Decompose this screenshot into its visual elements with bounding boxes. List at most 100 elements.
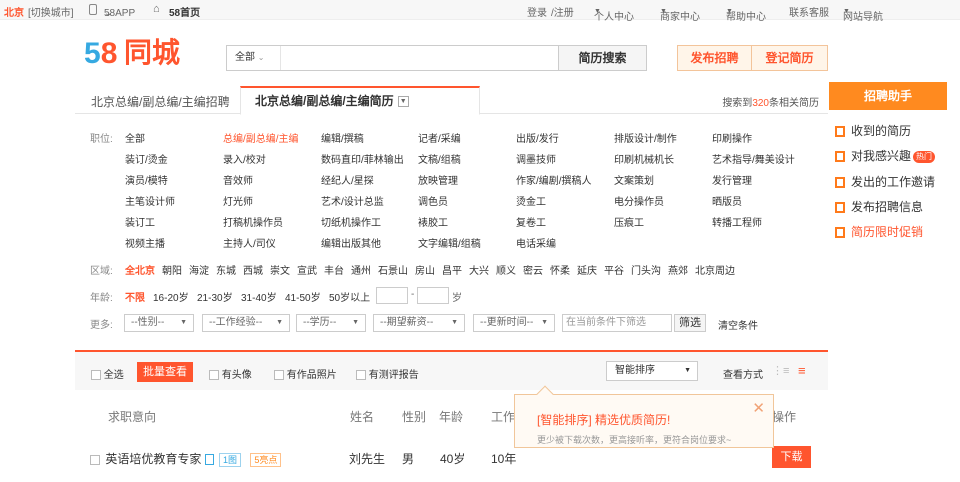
position-option[interactable]: 转播工程师: [712, 214, 762, 229]
has-works-checkbox[interactable]: 有作品照片: [274, 366, 337, 381]
area-option[interactable]: 密云: [523, 262, 543, 277]
sidebar-item-invitations[interactable]: 发出的工作邀请: [835, 173, 935, 190]
position-option[interactable]: 全部: [125, 130, 145, 145]
search-input[interactable]: [283, 46, 553, 70]
position-option[interactable]: 录入/校对: [223, 151, 266, 166]
position-option[interactable]: 音效师: [223, 172, 253, 187]
position-option[interactable]: 裱胶工: [418, 214, 448, 229]
area-option[interactable]: 怀柔: [550, 262, 570, 277]
sidebar-item-post-job[interactable]: 发布招聘信息: [835, 198, 923, 215]
area-option[interactable]: 昌平: [442, 262, 462, 277]
position-option[interactable]: 出版/发行: [516, 130, 559, 145]
area-option[interactable]: 延庆: [577, 262, 597, 277]
position-option[interactable]: 晒版员: [712, 193, 742, 208]
position-option[interactable]: 编辑/撰稿: [321, 130, 364, 145]
area-option[interactable]: 大兴: [469, 262, 489, 277]
age-option[interactable]: 31-40岁: [241, 289, 277, 304]
position-option[interactable]: 经纪人/星探: [321, 172, 374, 187]
position-option[interactable]: 装订/烫金: [125, 151, 168, 166]
age-option[interactable]: 不限: [125, 289, 145, 304]
position-option[interactable]: 主持人/司仪: [223, 235, 276, 250]
position-option[interactable]: 艺术指导/舞美设计: [712, 151, 795, 166]
sidebar-item-received-resumes[interactable]: 收到的简历: [835, 122, 911, 139]
more-filter-dropdown[interactable]: --期望薪资-- ▼: [373, 314, 465, 332]
age-option[interactable]: 21-30岁: [197, 289, 233, 304]
position-option[interactable]: 复卷工: [516, 214, 546, 229]
row-intent[interactable]: 英语培优教育专家: [105, 452, 201, 466]
area-option[interactable]: 崇文: [270, 262, 290, 277]
search-category-select[interactable]: 全部 ⌄: [227, 46, 281, 70]
condition-filter-input[interactable]: 在当前条件下筛选: [562, 314, 672, 332]
position-option[interactable]: 记者/采编: [418, 130, 461, 145]
list-view-icon[interactable]: ≡: [798, 363, 806, 378]
position-option[interactable]: 印刷操作: [712, 130, 752, 145]
has-report-checkbox[interactable]: 有测评报告: [356, 366, 419, 381]
area-option[interactable]: 石景山: [378, 262, 408, 277]
position-option[interactable]: 排版设计/制作: [614, 130, 677, 145]
register-link[interactable]: /注册: [551, 4, 574, 19]
login-link[interactable]: 登录: [527, 4, 547, 19]
age-option[interactable]: 50岁以上: [329, 289, 370, 304]
area-option[interactable]: 海淀: [189, 262, 209, 277]
home-link[interactable]: 58首页: [169, 4, 200, 19]
area-option[interactable]: 丰台: [324, 262, 344, 277]
sidebar-item-promotion[interactable]: 简历限时促销: [835, 223, 923, 240]
more-filter-dropdown[interactable]: --工作经验-- ▼: [202, 314, 290, 332]
close-icon[interactable]: ✕: [752, 399, 765, 417]
position-option[interactable]: 视频主播: [125, 235, 165, 250]
position-option[interactable]: 烫金工: [516, 193, 546, 208]
position-option[interactable]: 演员/模特: [125, 172, 168, 187]
position-option[interactable]: 编辑出版其他: [321, 235, 381, 250]
area-option[interactable]: 东城: [216, 262, 236, 277]
position-option[interactable]: 作家/编剧/撰稿人: [516, 172, 592, 187]
more-filter-dropdown[interactable]: --学历-- ▼: [296, 314, 366, 332]
age-min-input[interactable]: [376, 287, 408, 304]
row-checkbox[interactable]: [90, 454, 100, 465]
age-option[interactable]: 16-20岁: [153, 289, 189, 304]
area-option[interactable]: 宣武: [297, 262, 317, 277]
contact-service-link[interactable]: 联系客服: [789, 4, 829, 19]
position-option[interactable]: 切纸机操作工: [321, 214, 381, 229]
sidebar-item-interested[interactable]: 对我感兴趣 热门: [835, 147, 936, 164]
position-option[interactable]: 装订工: [125, 214, 155, 229]
tab-resumes[interactable]: 北京总编/副总编/主编简历 ▼: [240, 86, 480, 115]
download-button[interactable]: 下载: [772, 446, 811, 468]
area-option[interactable]: 平谷: [604, 262, 624, 277]
batch-view-button[interactable]: 批量查看: [137, 362, 193, 382]
area-option[interactable]: 燕郊: [668, 262, 688, 277]
position-option[interactable]: 调色员: [418, 193, 448, 208]
area-option[interactable]: 朝阳: [162, 262, 182, 277]
filter-button[interactable]: 筛选: [674, 314, 706, 332]
table-row[interactable]: 英语培优教育专家 1图 5亮点: [90, 450, 282, 467]
area-option[interactable]: 全北京: [125, 262, 155, 277]
age-max-input[interactable]: [417, 287, 449, 304]
position-option[interactable]: 文稿/组稿: [418, 151, 461, 166]
position-option[interactable]: 艺术/设计总监: [321, 193, 384, 208]
area-option[interactable]: 门头沟: [631, 262, 661, 277]
position-option[interactable]: 电话采编: [516, 235, 556, 250]
tab-jobs[interactable]: 北京总编/副总编/主编招聘: [91, 93, 230, 110]
post-job-button[interactable]: 发布招聘: [677, 45, 752, 71]
select-all-checkbox[interactable]: 全选: [91, 366, 124, 381]
position-option[interactable]: 放映管理: [418, 172, 458, 187]
area-option[interactable]: 房山: [415, 262, 435, 277]
area-option[interactable]: 顺义: [496, 262, 516, 277]
position-option[interactable]: 发行管理: [712, 172, 752, 187]
position-option[interactable]: 总编/副总编/主编: [223, 130, 299, 145]
position-option[interactable]: 数码直印/菲林输出: [321, 151, 404, 166]
position-option[interactable]: 主笔设计师: [125, 193, 175, 208]
position-option[interactable]: 电分操作员: [614, 193, 664, 208]
grid-view-icon[interactable]: ⋮≡: [772, 364, 789, 377]
register-resume-button[interactable]: 登记简历: [752, 45, 828, 71]
position-option[interactable]: 文字编辑/组稿: [418, 235, 481, 250]
site-logo[interactable]: 58: [84, 36, 117, 72]
area-option[interactable]: 北京周边: [695, 262, 735, 277]
clear-conditions-link[interactable]: 清空条件: [718, 317, 758, 332]
sort-select[interactable]: 智能排序 ▼: [606, 361, 698, 381]
switch-city-link[interactable]: [切换城市]: [28, 4, 74, 19]
area-option[interactable]: 通州: [351, 262, 371, 277]
position-option[interactable]: 文案策划: [614, 172, 654, 187]
position-option[interactable]: 印刷机械机长: [614, 151, 674, 166]
has-photo-checkbox[interactable]: 有头像: [209, 366, 252, 381]
position-option[interactable]: 调墨技师: [516, 151, 556, 166]
